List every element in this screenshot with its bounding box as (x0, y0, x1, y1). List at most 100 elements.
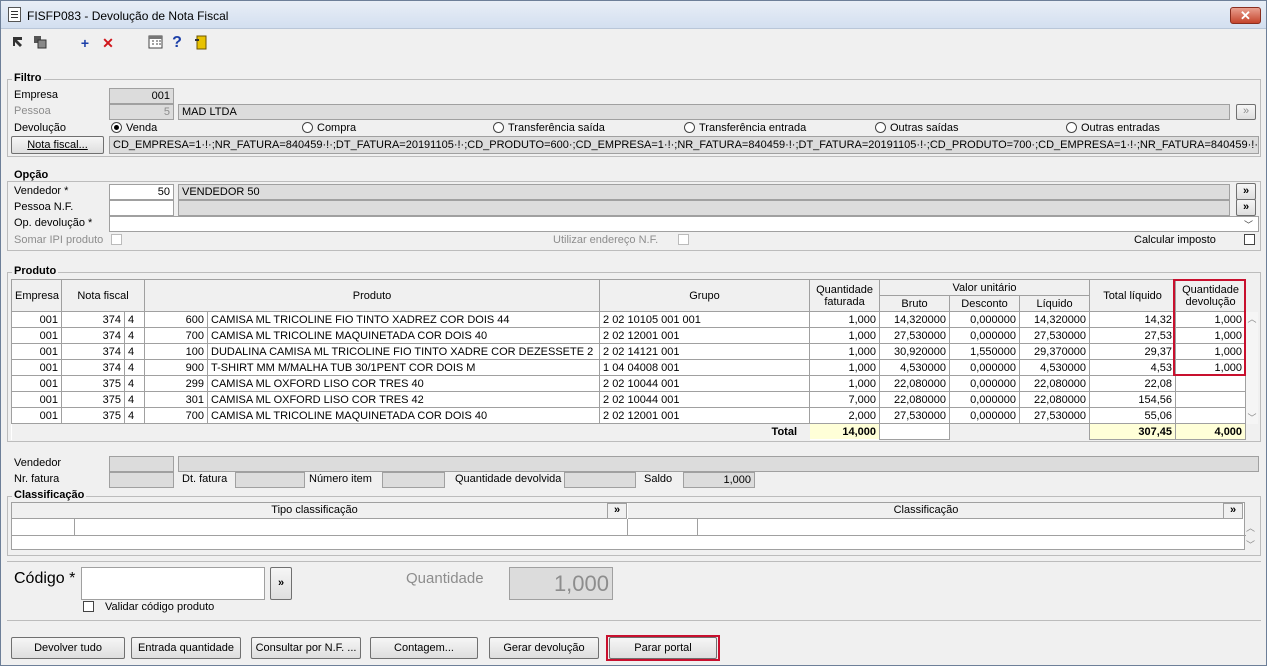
cell-qtd[interactable]: 1,000 (809, 343, 881, 360)
header-total-liquido[interactable]: Total líquido (1089, 279, 1177, 312)
close-button[interactable]: ✕ (1230, 7, 1261, 24)
cell-total[interactable]: 154,56 (1089, 391, 1177, 408)
scroll-up-icon[interactable]: ︿ (1246, 312, 1258, 325)
cell-desc[interactable]: CAMISA ML TRICOLINE MAQUINETADA COR DOIS… (207, 407, 601, 424)
header-bruto[interactable]: Bruto (879, 295, 951, 312)
radio-transferencia-entrada[interactable] (684, 122, 695, 133)
class-scroll-down-icon[interactable]: ﹀ (1246, 538, 1255, 551)
header-produto[interactable]: Produto (144, 279, 601, 312)
cell-bruto[interactable]: 14,320000 (879, 311, 951, 328)
cell-seq[interactable]: 4 (123, 359, 146, 376)
radio-outras-entradas[interactable] (1066, 122, 1077, 133)
select-icon[interactable] (10, 35, 26, 51)
cell-dev[interactable] (1175, 391, 1247, 408)
header-liquido[interactable]: Líquido (1019, 295, 1091, 312)
help-icon[interactable]: ? (169, 35, 185, 51)
cell-desconto[interactable]: 0,000000 (949, 359, 1021, 376)
cell-cod[interactable]: 299 (144, 375, 209, 392)
cell-total[interactable]: 4,53 (1089, 359, 1177, 376)
pessoa-nf-input[interactable] (109, 200, 174, 216)
cell-cod[interactable]: 700 (144, 327, 209, 344)
cell-seq[interactable]: 4 (123, 391, 146, 408)
vendedor-lookup-button[interactable]: » (1236, 183, 1256, 200)
cell-nf[interactable]: 374 (61, 343, 125, 360)
cell-desconto[interactable]: 0,000000 (949, 407, 1021, 424)
entrada-quantidade-button[interactable]: Entrada quantidade (131, 637, 241, 659)
radio-venda[interactable] (111, 122, 122, 133)
cell-liquido[interactable]: 22,080000 (1019, 391, 1091, 408)
cell-cod[interactable]: 600 (144, 311, 209, 328)
calcular-imposto-checkbox[interactable] (1244, 234, 1255, 245)
cell-seq[interactable]: 4 (123, 343, 146, 360)
op-devolucao-select[interactable] (109, 216, 1259, 232)
contagem-button[interactable]: Contagem... (370, 637, 478, 659)
cell-empresa[interactable]: 001 (11, 375, 62, 392)
header-desconto[interactable]: Desconto (949, 295, 1021, 312)
gerar-devolucao-button[interactable]: Gerar devolução (489, 637, 599, 659)
header-grupo[interactable]: Grupo (599, 279, 811, 312)
cell-desc[interactable]: DUDALINA CAMISA ML TRICOLINE FIO TINTO X… (207, 343, 601, 360)
nota-fiscal-button[interactable]: Nota fiscal... (11, 136, 104, 154)
nota-fiscal-field[interactable]: CD_EMPRESA=1·!·;NR_FATURA=840459·!·;DT_F… (109, 136, 1259, 154)
cell-cod[interactable]: 700 (144, 407, 209, 424)
cell-qtd[interactable]: 1,000 (809, 311, 881, 328)
radio-outras-saidas[interactable] (875, 122, 886, 133)
cell-empresa[interactable]: 001 (11, 343, 62, 360)
classificacao-lookup-button[interactable]: » (1223, 503, 1243, 519)
cell-qtd[interactable]: 1,000 (809, 359, 881, 376)
cell-grupo[interactable]: 1 04 04008 001 (599, 359, 811, 376)
cell-desc[interactable]: CAMISA ML OXFORD LISO COR TRES 42 (207, 391, 601, 408)
cell-desconto[interactable]: 0,000000 (949, 391, 1021, 408)
cell-total[interactable]: 22,08 (1089, 375, 1177, 392)
header-empresa[interactable]: Empresa (11, 279, 62, 312)
cell-seq[interactable]: 4 (123, 375, 146, 392)
cell-desconto[interactable]: 0,000000 (949, 327, 1021, 344)
cell-empresa[interactable]: 001 (11, 327, 62, 344)
cell-desc[interactable]: CAMISA ML TRICOLINE MAQUINETADA COR DOIS… (207, 327, 601, 344)
table-row[interactable]: 001 375 4 299 CAMISA ML OXFORD LISO COR TRES… (11, 375, 1247, 392)
cell-grupo[interactable]: 2 02 12001 001 (599, 327, 811, 344)
cell-total[interactable]: 14,32 (1089, 311, 1177, 328)
cell-nf[interactable]: 374 (61, 359, 125, 376)
cell-liquido[interactable]: 27,530000 (1019, 407, 1091, 424)
codigo-lookup-button[interactable]: » (270, 567, 292, 600)
cell-total[interactable]: 27,53 (1089, 327, 1177, 344)
cell-dev[interactable] (1175, 407, 1247, 424)
cell-total[interactable]: 29,37 (1089, 343, 1177, 360)
cell-grupo[interactable]: 2 02 14121 001 (599, 343, 811, 360)
cell-qtd[interactable]: 1,000 (809, 327, 881, 344)
cell-liquido[interactable]: 29,370000 (1019, 343, 1091, 360)
devolver-tudo-button[interactable]: Devolver tudo (11, 637, 125, 659)
somar-ipi-checkbox[interactable] (111, 234, 122, 245)
cell-desc[interactable]: CAMISA ML OXFORD LISO COR TRES 40 (207, 375, 601, 392)
add-icon[interactable]: + (77, 35, 93, 51)
cell-liquido[interactable]: 22,080000 (1019, 375, 1091, 392)
cell-nf[interactable]: 374 (61, 327, 125, 344)
tipo-classificacao-header[interactable]: Tipo classificação (12, 503, 618, 519)
pessoa-lookup-button[interactable]: » (1236, 104, 1256, 120)
header-nota-fiscal[interactable]: Nota fiscal (60, 279, 146, 312)
cell-grupo[interactable]: 2 02 10105 001 001 (599, 311, 811, 328)
cell-liquido[interactable]: 4,530000 (1019, 359, 1091, 376)
cell-total[interactable]: 55,06 (1089, 407, 1177, 424)
produto-scrollbar[interactable]: ︿ ﹀ (1246, 312, 1258, 424)
exit-door-icon[interactable] (193, 35, 209, 51)
empresa-field[interactable]: 001 (109, 88, 174, 104)
cell-seq[interactable]: 4 (123, 311, 146, 328)
scroll-down-icon[interactable]: ﹀ (1246, 411, 1258, 424)
tipo-classificacao-lookup-button[interactable]: » (607, 503, 627, 519)
cell-empresa[interactable]: 001 (11, 391, 62, 408)
cell-qtd[interactable]: 7,000 (809, 391, 881, 408)
radio-compra[interactable] (302, 122, 313, 133)
cell-bruto[interactable]: 22,080000 (879, 375, 951, 392)
radio-transferencia-saida[interactable] (493, 122, 504, 133)
cell-seq[interactable]: 4 (123, 327, 146, 344)
cell-empresa[interactable]: 001 (11, 311, 62, 328)
cell-grupo[interactable]: 2 02 12001 001 (599, 407, 811, 424)
copy-icon[interactable] (32, 35, 48, 51)
cell-grupo[interactable]: 2 02 10044 001 (599, 391, 811, 408)
cell-bruto[interactable]: 27,530000 (879, 327, 951, 344)
cell-cod[interactable]: 100 (144, 343, 209, 360)
class-scroll-up-icon[interactable]: ︿ (1246, 521, 1255, 534)
chevron-down-icon[interactable]: ﹀ (1244, 218, 1253, 231)
